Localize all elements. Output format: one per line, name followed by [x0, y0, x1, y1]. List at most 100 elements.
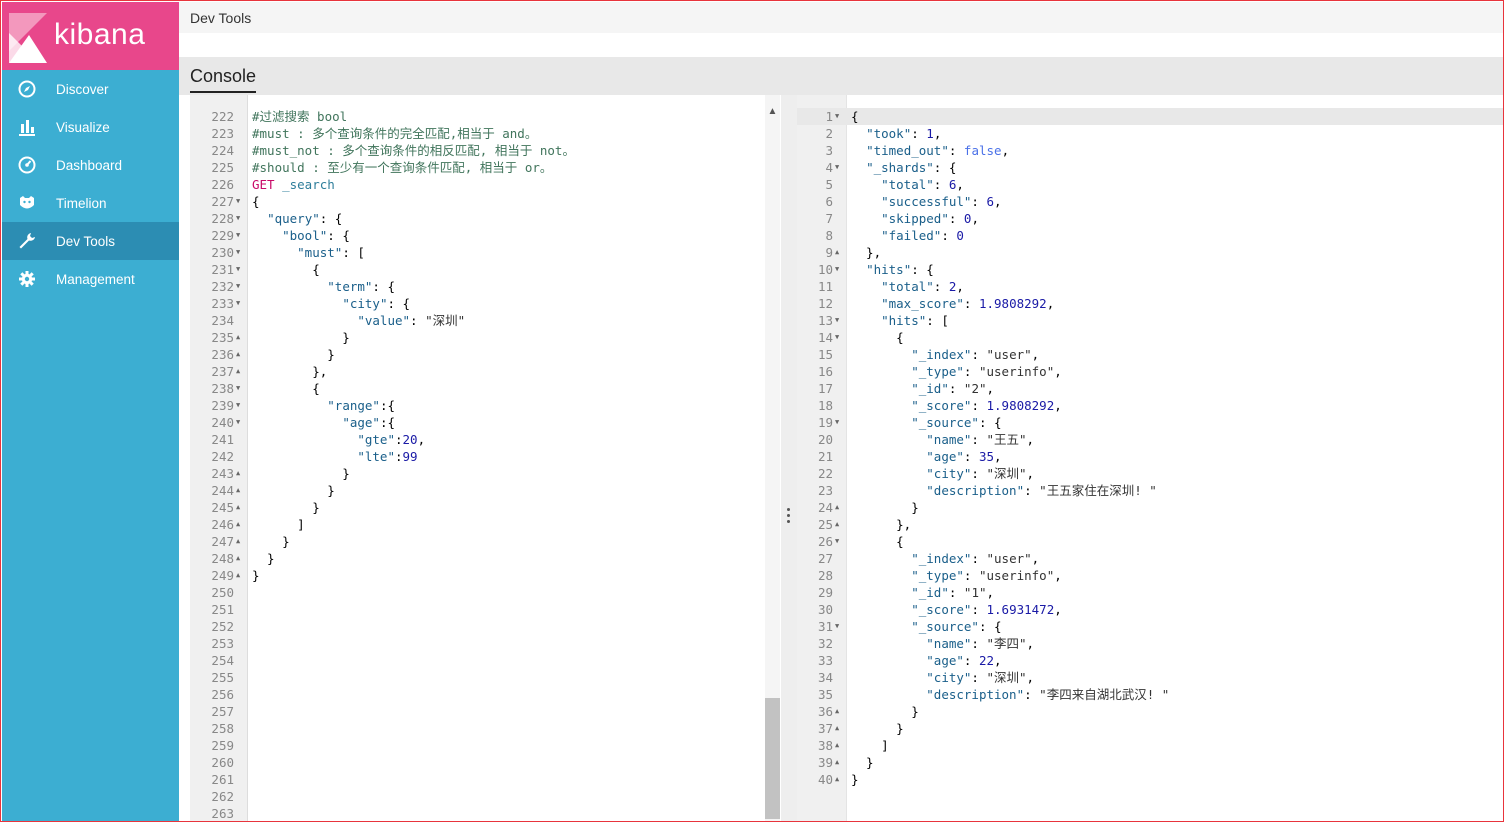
fold-close-icon[interactable]: ▲	[236, 465, 240, 482]
line-number: 245	[211, 500, 234, 515]
fold-open-icon[interactable]: ▼	[835, 261, 839, 278]
code-token: :	[395, 449, 403, 464]
line-number: 1	[825, 109, 833, 124]
fold-open-icon[interactable]: ▼	[835, 108, 839, 125]
line-number: 237	[211, 364, 234, 379]
fold-open-icon[interactable]: ▼	[236, 278, 240, 295]
sidebar-item-management[interactable]: Management	[2, 260, 179, 298]
code-token: :	[948, 211, 964, 226]
code-token: "timed_out"	[866, 143, 949, 158]
code-token: 35	[978, 449, 995, 464]
line-number: 4	[825, 160, 833, 175]
code-token: "city"	[342, 296, 388, 311]
code-text: }	[252, 482, 335, 499]
code-token: "value"	[357, 313, 411, 328]
fold-open-icon[interactable]: ▼	[835, 618, 839, 635]
fold-open-icon[interactable]: ▼	[835, 312, 839, 329]
sidebar-item-dashboard[interactable]: Dashboard	[2, 146, 179, 184]
request-line: 263	[190, 805, 780, 822]
fold-open-icon[interactable]: ▼	[236, 295, 240, 312]
line-number: 231	[211, 262, 234, 277]
fold-open-icon[interactable]: ▼	[236, 414, 240, 431]
tab-console[interactable]: Console	[190, 66, 257, 93]
line-number: 251	[211, 602, 234, 617]
code-token: ]	[252, 517, 305, 532]
code-token: "age"	[926, 449, 964, 464]
top-bar: Dev Tools	[179, 2, 1504, 33]
code-token: "_id"	[911, 585, 949, 600]
line-number: 20	[817, 432, 833, 447]
line-number: 28	[817, 568, 833, 583]
code-text: }	[252, 329, 350, 346]
fold-open-icon[interactable]: ▼	[236, 380, 240, 397]
pane-resizer[interactable]	[781, 95, 797, 822]
request-scrollbar-thumb[interactable]	[765, 698, 780, 819]
fold-open-icon[interactable]: ▼	[236, 193, 240, 210]
sidebar-item-visualize[interactable]: Visualize	[2, 108, 179, 146]
fold-close-icon[interactable]: ▲	[236, 533, 240, 550]
fold-close-icon[interactable]: ▲	[835, 771, 839, 788]
fold-open-icon[interactable]: ▼	[236, 210, 240, 227]
fold-open-icon[interactable]: ▼	[835, 414, 839, 431]
fold-open-icon[interactable]: ▼	[835, 329, 839, 346]
line-number: 240	[211, 415, 234, 430]
response-viewer[interactable]: 1 ▼{2 "took": 1, 3 "timed_out": false, 4 ▼ "…	[797, 95, 1504, 822]
fold-open-icon[interactable]: ▼	[835, 159, 839, 176]
code-token: "1"	[963, 585, 987, 600]
fold-close-icon[interactable]: ▲	[236, 567, 240, 584]
line-number: 234	[211, 313, 234, 328]
code-text: {	[851, 329, 904, 346]
code-token: "bool"	[282, 228, 328, 243]
fold-close-icon[interactable]: ▲	[835, 244, 839, 261]
code-text: "_type": "userinfo",	[851, 363, 1062, 380]
code-text: "_index": "user",	[851, 346, 1039, 363]
scroll-up-arrow-icon[interactable]: ▲	[765, 106, 780, 120]
fold-close-icon[interactable]: ▲	[835, 754, 839, 771]
response-line: 34 "city": "深圳",	[797, 669, 1504, 686]
code-token: ,	[1046, 296, 1055, 311]
fold-open-icon[interactable]: ▼	[236, 261, 240, 278]
fold-close-icon[interactable]: ▲	[835, 703, 839, 720]
code-token: :	[963, 449, 979, 464]
line-number: 18	[817, 398, 833, 413]
line-number: 259	[211, 738, 234, 753]
fold-open-icon[interactable]: ▼	[236, 397, 240, 414]
fold-close-icon[interactable]: ▲	[236, 482, 240, 499]
code-token: "_source"	[911, 415, 979, 430]
fold-close-icon[interactable]: ▲	[236, 329, 240, 346]
fold-close-icon[interactable]: ▲	[835, 516, 839, 533]
fold-close-icon[interactable]: ▲	[835, 720, 839, 737]
fold-close-icon[interactable]: ▲	[835, 737, 839, 754]
brand[interactable]: kibana	[2, 2, 179, 70]
line-number: 10	[817, 262, 833, 277]
fold-close-icon[interactable]: ▲	[236, 499, 240, 516]
request-editor[interactable]: 222 #过滤搜索 bool 223 #must : 多个查询条件的完全匹配,相当于 …	[190, 95, 780, 822]
sidebar-item-timelion[interactable]: Timelion	[2, 184, 179, 222]
code-token: :	[963, 653, 979, 668]
code-token: 20	[402, 432, 418, 447]
sidebar-item-dev-tools[interactable]: Dev Tools	[2, 222, 179, 260]
code-token: }	[252, 500, 320, 515]
fold-open-icon[interactable]: ▼	[835, 533, 839, 550]
request-line: 261	[190, 771, 780, 788]
request-line: 234 "value": "深圳"	[190, 312, 780, 329]
request-line: 237 ▲ },	[190, 363, 780, 380]
code-token: "took"	[866, 126, 912, 141]
fold-open-icon[interactable]: ▼	[236, 227, 240, 244]
sidebar-item-discover[interactable]: Discover	[2, 70, 179, 108]
fold-close-icon[interactable]: ▲	[236, 346, 240, 363]
fold-close-icon[interactable]: ▲	[236, 363, 240, 380]
response-line: 33 "age": 22,	[797, 652, 1504, 669]
line-number: 242	[211, 449, 234, 464]
fold-close-icon[interactable]: ▲	[236, 550, 240, 567]
code-text: },	[851, 244, 881, 261]
request-line: 231 ▼ {	[190, 261, 780, 278]
fold-open-icon[interactable]: ▼	[236, 244, 240, 261]
fold-close-icon[interactable]: ▲	[236, 516, 240, 533]
drag-handle-icon[interactable]	[787, 508, 791, 524]
fold-close-icon[interactable]: ▲	[835, 499, 839, 516]
